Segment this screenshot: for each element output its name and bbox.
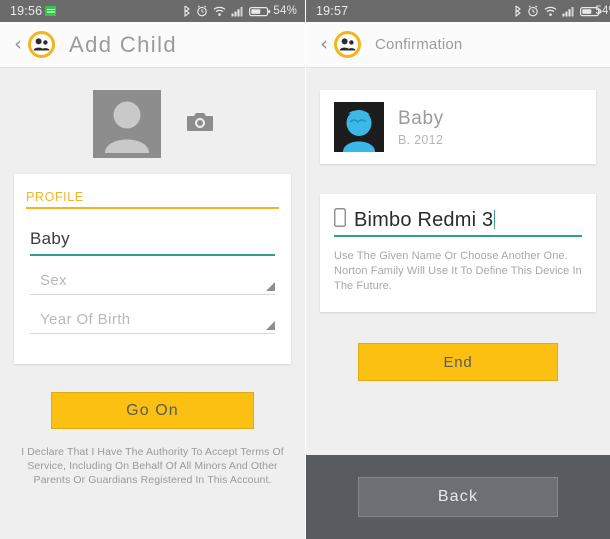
status-bar-right-group: 54% [183, 5, 297, 17]
status-bar-left-group: 19:57 [316, 4, 348, 18]
text-caret [494, 209, 496, 229]
status-bar-left: 19:56 54% [0, 0, 305, 22]
status-time: 19:57 [316, 4, 349, 18]
person-placeholder-icon [101, 97, 153, 158]
camera-icon[interactable] [186, 111, 213, 137]
child-name-field[interactable]: Baby [30, 229, 275, 256]
bluetooth-icon [514, 5, 522, 17]
bottom-nav-bar: Back [306, 455, 610, 539]
device-name-input[interactable]: Bimbo Redmi 3 [334, 208, 582, 237]
battery-percent-label: 54% [273, 5, 297, 17]
child-meta: Baby B. 2012 [398, 108, 444, 147]
phone-device-icon [334, 208, 346, 232]
screen-add-child: 19:56 54% ‹ Add Child PROFILE Baby Sex Y… [0, 0, 305, 539]
status-bar-left-group: 19:56 [10, 4, 57, 18]
legal-disclaimer-text: I Declare That I Have The Authority To A… [21, 446, 284, 486]
go-on-button[interactable]: Go On [51, 392, 254, 429]
alarm-icon [196, 5, 208, 17]
signal-icon [562, 6, 575, 17]
page-title: Add Child [69, 31, 177, 57]
battery-group: 54% [580, 5, 610, 17]
avatar-placeholder[interactable] [92, 90, 161, 158]
family-group-icon [28, 31, 55, 58]
app-header-right: ‹ Confirmation [306, 22, 610, 68]
device-help-text: Use The Given Name Or Choose Another One… [334, 250, 582, 292]
status-bar-right-group: 54% [514, 5, 610, 17]
app-header-left: ‹ Add Child [0, 22, 305, 68]
battery-icon [249, 6, 271, 17]
sms-icon [45, 6, 57, 16]
year-of-birth-select[interactable]: Year Of Birth [30, 311, 275, 334]
child-birth-label: B. 2012 [398, 132, 444, 147]
end-button[interactable]: End [358, 343, 558, 381]
child-name-label: Baby [398, 107, 444, 129]
page-title: Confirmation [375, 36, 463, 53]
wifi-icon [213, 6, 226, 17]
section-label-profile: PROFILE [26, 190, 279, 209]
signal-icon [231, 6, 244, 17]
sex-select[interactable]: Sex [30, 272, 275, 295]
status-time: 19:56 [10, 4, 43, 18]
bluetooth-icon [183, 5, 191, 17]
dropdown-triangle-icon [266, 282, 275, 291]
sex-placeholder: Sex [40, 272, 68, 289]
device-name-value: Bimbo Redmi 3 [354, 208, 496, 231]
battery-percent-label: 54% [595, 5, 610, 17]
dual-screenshot-container: 19:56 54% ‹ Add Child PROFILE Baby Sex Y… [0, 0, 610, 539]
alarm-icon [527, 5, 539, 17]
child-name-value: Baby [30, 229, 70, 248]
family-group-icon [334, 31, 361, 58]
avatar-picker-row [0, 68, 305, 174]
dropdown-triangle-icon [266, 321, 275, 330]
screen-confirmation: 19:57 54% [305, 0, 610, 539]
child-summary-card[interactable]: Baby B. 2012 [320, 90, 596, 164]
back-button[interactable]: Back [358, 477, 558, 517]
battery-group: 54% [249, 5, 297, 17]
back-chevron-icon[interactable]: ‹ [10, 35, 26, 54]
year-of-birth-placeholder: Year Of Birth [40, 311, 131, 328]
profile-card: PROFILE Baby Sex Year Of Birth [14, 174, 291, 364]
wifi-icon [544, 6, 557, 17]
status-bar-right: 19:57 54% [306, 0, 610, 22]
back-chevron-icon[interactable]: ‹ [316, 35, 332, 54]
device-name-card: Bimbo Redmi 3 Use The Given Name Or Choo… [320, 194, 596, 312]
child-avatar-icon [334, 102, 384, 152]
